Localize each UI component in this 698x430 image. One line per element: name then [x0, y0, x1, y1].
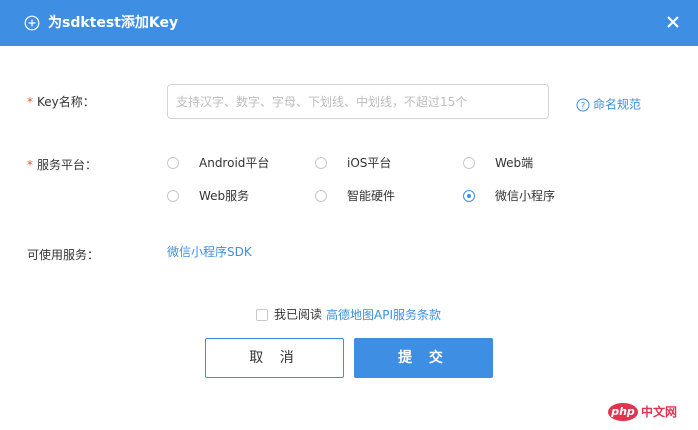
platform-option-web[interactable]: Web端 — [463, 155, 533, 171]
platform-label: * 服务平台： — [27, 157, 97, 173]
platform-option-label: Web端 — [495, 156, 534, 170]
radio-button[interactable] — [315, 190, 327, 202]
platform-option-label: 智能硬件 — [347, 189, 396, 203]
agreement-row: 我已阅读 高德地图API服务条款 — [256, 306, 441, 323]
platform-option-label: 微信小程序 — [495, 189, 556, 203]
agreement-checkbox[interactable] — [256, 308, 268, 321]
required-mark: * — [27, 158, 33, 172]
close-icon[interactable] — [666, 15, 680, 29]
naming-rules-link[interactable]: ? 命名规范 — [576, 96, 641, 113]
platform-option-web-service[interactable]: Web服务 — [167, 188, 249, 204]
watermark-text: 中文网 — [641, 404, 678, 419]
radio-button[interactable] — [463, 157, 475, 169]
services-label: 可使用服务： — [27, 248, 100, 262]
radio-button[interactable] — [315, 157, 327, 169]
submit-button[interactable]: 提 交 — [354, 338, 493, 378]
plus-circle-icon — [24, 15, 40, 31]
radio-button[interactable] — [167, 157, 179, 169]
radio-button[interactable] — [167, 190, 179, 202]
php-logo: php — [608, 402, 638, 421]
platform-option-label: iOS平台 — [347, 156, 392, 170]
dialog-title: 为sdktest添加Key — [48, 15, 179, 31]
service-link-wechat-sdk[interactable]: 微信小程序SDK — [167, 244, 252, 260]
platform-option-wechat-miniprogram[interactable]: 微信小程序 — [463, 188, 555, 204]
agreement-text: 我已阅读 — [274, 307, 323, 322]
platform-option-label: Web服务 — [199, 189, 250, 203]
key-name-label: * Key名称： — [27, 94, 95, 110]
naming-rules-label: 命名规范 — [593, 97, 642, 112]
terms-link[interactable]: 高德地图API服务条款 — [326, 308, 441, 322]
platform-option-label: Android平台 — [199, 156, 270, 170]
platform-option-android[interactable]: Android平台 — [167, 155, 269, 171]
cancel-button[interactable]: 取 消 — [205, 338, 344, 378]
required-mark: * — [27, 95, 33, 109]
watermark: php 中文网 — [608, 400, 677, 422]
svg-text:?: ? — [581, 101, 586, 111]
platform-option-smart-hardware[interactable]: 智能硬件 — [315, 188, 395, 204]
platform-label-text: 服务平台： — [37, 158, 98, 172]
key-name-input[interactable] — [167, 84, 549, 119]
radio-button-checked[interactable] — [463, 190, 475, 202]
dialog-header: 为sdktest添加Key — [0, 0, 698, 46]
add-key-dialog: 为sdktest添加Key * Key名称： ? 命名规范 * 服务平台： Andr… — [0, 0, 698, 430]
key-name-label-text: Key名称： — [37, 95, 95, 109]
question-circle-icon: ? — [576, 98, 590, 111]
platform-option-ios[interactable]: iOS平台 — [315, 155, 391, 171]
